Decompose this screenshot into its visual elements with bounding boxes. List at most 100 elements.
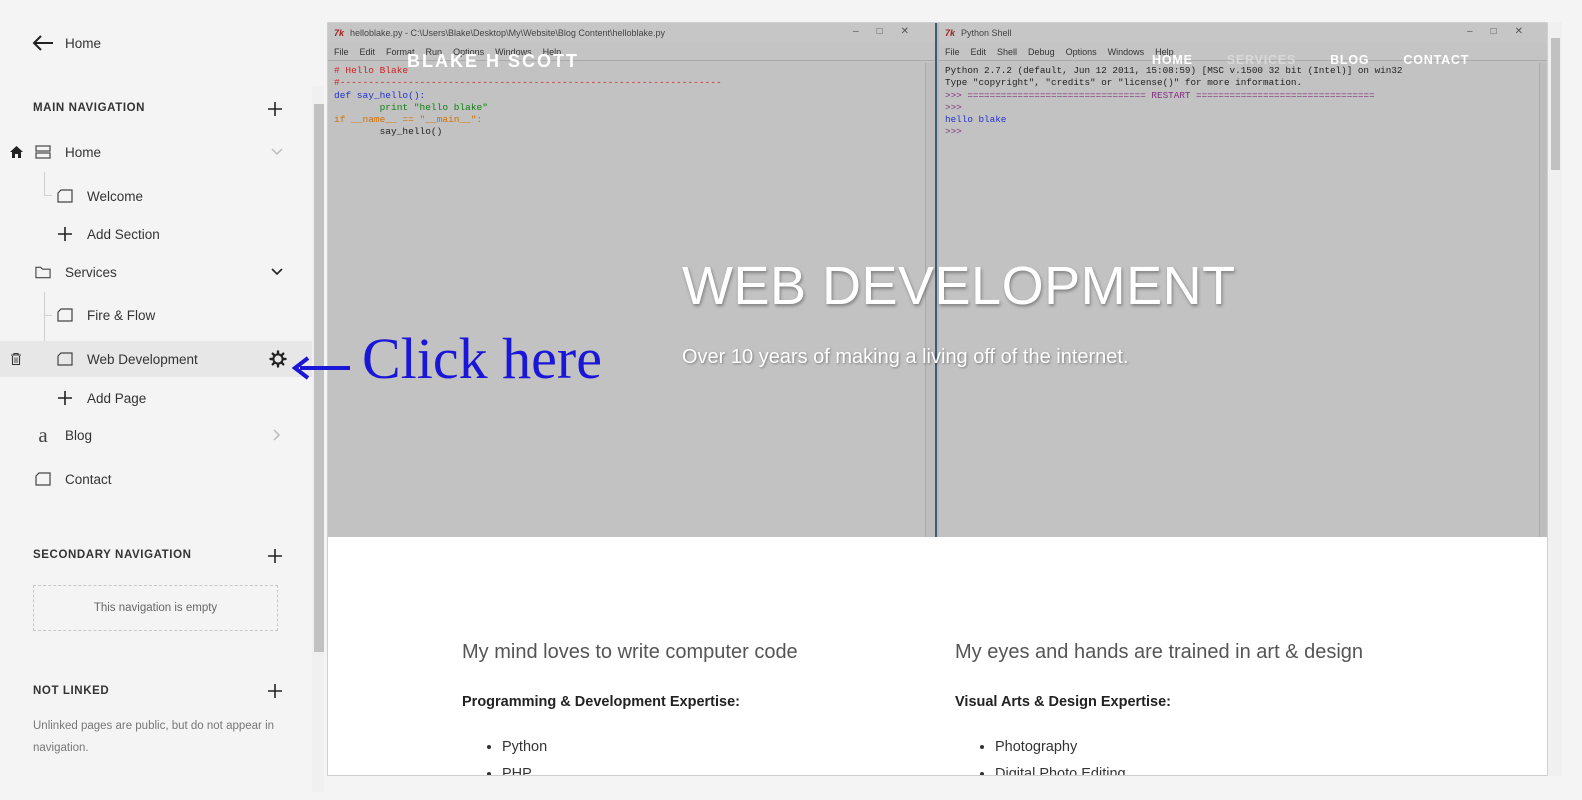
add-section-button[interactable]: Add Section (0, 216, 312, 252)
shell-scrollbar (1539, 63, 1547, 537)
plus-icon (268, 549, 282, 563)
click-here-annotation: Click here (292, 325, 622, 395)
site-nav-services[interactable]: SERVICES (1227, 53, 1296, 67)
editor-code: # Hello Blake #--------------------------… (334, 65, 722, 139)
chevron-down-icon[interactable] (270, 265, 284, 279)
blog-icon: a (38, 422, 48, 447)
plus-icon (268, 102, 282, 116)
window-controls-icon: –□✕ (853, 26, 927, 37)
shell-output: Python 2.7.2 (default, Jun 12 2011, 15:0… (945, 65, 1402, 139)
not-linked-note: Unlinked pages are public, but do not ap… (33, 720, 275, 754)
editor-titlebar: 7k helloblake.py - C:\Users\Blake\Deskto… (328, 23, 935, 43)
nav-item-home[interactable]: Home (0, 134, 312, 170)
list-item: Digital Photo Editing (995, 761, 1425, 775)
nav-item-welcome[interactable]: Welcome (0, 178, 312, 214)
page-icon (57, 307, 73, 323)
shell-titlebar: 7k Python Shell –□✕ (939, 23, 1547, 43)
add-page-button[interactable]: Add Page (0, 380, 312, 416)
plus-icon (268, 684, 282, 698)
hero-title: WEB DEVELOPMENT (682, 256, 1236, 316)
code-line: if __name__ == "__main__": (334, 114, 483, 126)
gear-icon[interactable] (269, 350, 287, 368)
site-preview: 7k helloblake.py - C:\Users\Blake\Deskto… (327, 22, 1548, 776)
code-line: >>> ================================ RES… (945, 89, 1375, 101)
list-item: Photography (995, 734, 1425, 761)
arrow-left-icon (292, 356, 350, 380)
index-page-icon (35, 144, 51, 160)
secondary-nav-empty-placeholder: This navigation is empty (33, 585, 278, 631)
nav-item-label: Web Development (87, 351, 198, 367)
add-section-label: Add Section (87, 226, 160, 242)
idle-logo-icon: 7k (334, 28, 345, 38)
shell-title: Python Shell (961, 28, 1012, 38)
site-nav-blog[interactable]: BLOG (1330, 53, 1369, 67)
arrow-left-icon (32, 32, 54, 54)
site-nav-contact[interactable]: CONTACT (1403, 53, 1469, 67)
add-secondary-nav-button[interactable] (266, 547, 284, 565)
nav-item-label: Home (65, 144, 102, 160)
homepage-icon (9, 145, 23, 159)
list-item: PHP (502, 761, 932, 775)
nav-item-label: Contact (65, 471, 112, 487)
column-subheading: Programming & Development Expertise: (462, 694, 740, 710)
plus-icon (57, 226, 73, 242)
list-item: Python (502, 734, 932, 761)
column-heading: My eyes and hands are trained in art & d… (955, 641, 1364, 663)
chevron-down-icon[interactable] (270, 145, 284, 159)
code-line: hello blake (945, 114, 1007, 126)
page-icon (57, 188, 73, 204)
site-title[interactable]: BLAKE H SCOTT (407, 51, 579, 72)
page-icon (35, 471, 51, 487)
secondary-navigation-title: SECONDARY NAVIGATION (33, 549, 192, 561)
nav-item-services[interactable]: Services (0, 254, 312, 290)
add-not-linked-button[interactable] (266, 682, 284, 700)
hero-banner: 7k helloblake.py - C:\Users\Blake\Deskto… (328, 23, 1547, 537)
menu-item: Shell (997, 46, 1018, 57)
content-column-right: My eyes and hands are trained in art & d… (955, 641, 1425, 775)
idle-logo-icon: 7k (945, 28, 956, 38)
site-header-nav: HOME SERVICES BLOG CONTACT (1152, 53, 1469, 67)
expertise-list: Photography Digital Photo Editing (995, 734, 1425, 775)
annotation-text: Click here (362, 326, 602, 391)
trash-icon[interactable] (9, 352, 23, 366)
main-navigation-title: MAIN NAVIGATION (33, 102, 146, 114)
hero-subtitle: Over 10 years of making a living off of … (682, 346, 1129, 368)
menu-item: Debug (1028, 46, 1055, 57)
not-linked-title: NOT LINKED (33, 685, 110, 697)
folder-icon (35, 264, 51, 280)
preview-scrollbar-thumb[interactable] (1551, 38, 1560, 170)
site-navigation-panel: Home MAIN NAVIGATION Home Welcome Add Se… (0, 0, 312, 800)
code-line: >>> (945, 126, 962, 138)
nav-item-label: Fire & Flow (87, 307, 156, 323)
nav-item-label: Blog (65, 427, 93, 443)
add-page-label: Add Page (87, 390, 147, 406)
code-line: >>> (945, 101, 962, 113)
menu-item: Edit (359, 46, 376, 57)
nav-item-label: Welcome (87, 188, 144, 204)
code-line: Type "copyright", "credits" or "license(… (945, 77, 1303, 89)
nav-item-web-development[interactable]: Web Development (0, 341, 312, 377)
nav-item-blog[interactable]: a Blog (0, 417, 312, 453)
add-main-nav-button[interactable] (266, 100, 284, 118)
column-heading: My mind loves to write computer code (462, 641, 798, 663)
menu-item: Edit (970, 46, 987, 57)
back-home-link[interactable]: Home (0, 25, 312, 61)
editor-title: helloblake.py - C:\Users\Blake\Desktop\M… (350, 28, 665, 38)
expertise-list: Python PHP (502, 734, 932, 775)
menu-item: File (945, 46, 960, 57)
content-column-left: My mind loves to write computer code Pro… (462, 641, 932, 775)
back-label: Home (65, 35, 102, 51)
window-controls-icon: –□✕ (1467, 26, 1541, 37)
page-icon (57, 351, 73, 367)
chevron-right-icon[interactable] (271, 428, 283, 442)
menu-item: Windows (1107, 46, 1145, 57)
code-line: #---------------------------------------… (334, 77, 722, 89)
code-line: say_hello() (334, 126, 443, 138)
code-line: print "hello blake" (334, 101, 488, 113)
nav-item-fire-and-flow[interactable]: Fire & Flow (0, 297, 312, 333)
menu-item: File (334, 46, 349, 57)
nav-item-contact[interactable]: Contact (0, 461, 312, 497)
code-line: def say_hello(): (334, 89, 426, 101)
plus-icon (57, 390, 73, 406)
site-nav-home[interactable]: HOME (1152, 53, 1193, 67)
